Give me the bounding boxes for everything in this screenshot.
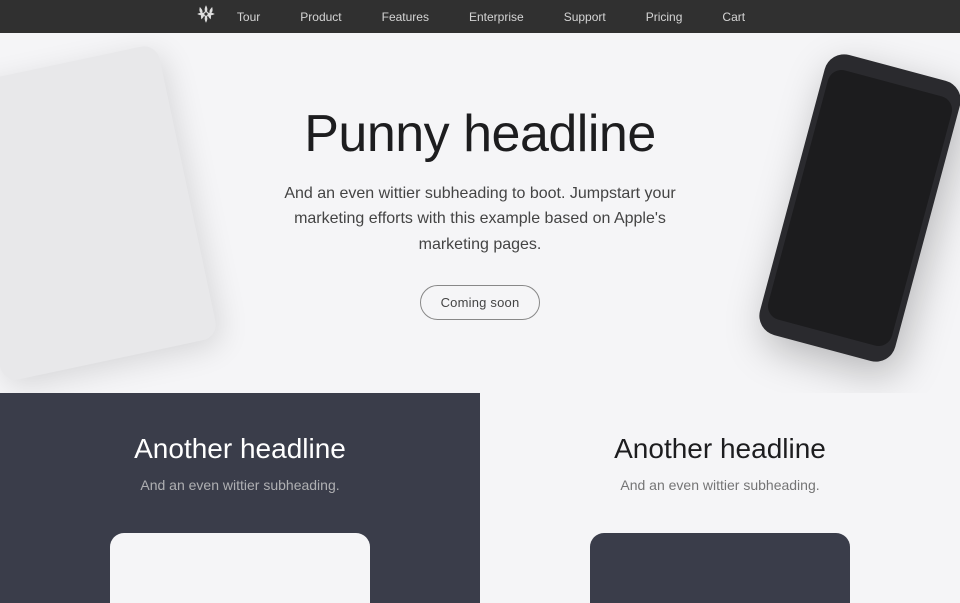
hero-content: Punny headline And an even wittier subhe… <box>250 46 710 381</box>
nav-item-cart[interactable]: Cart <box>704 0 763 33</box>
hero-subtitle: And an even wittier subheading to boot. … <box>270 181 690 258</box>
section-dark: Another headline And an even wittier sub… <box>0 393 480 603</box>
card-mockup-left <box>110 533 370 603</box>
device-left-illustration <box>0 43 219 382</box>
hero-section: Punny headline And an even wittier subhe… <box>0 33 960 393</box>
device-right-illustration <box>755 50 960 366</box>
nav-item-pricing[interactable]: Pricing <box>628 0 701 33</box>
section-right-subheading: And an even wittier subheading. <box>620 477 819 493</box>
nav-item-features[interactable]: Features <box>364 0 447 33</box>
nav-item-product[interactable]: Product <box>282 0 359 33</box>
nav-item-support[interactable]: Support <box>546 0 624 33</box>
bottom-sections: Another headline And an even wittier sub… <box>0 393 960 603</box>
section-left-headline: Another headline <box>134 433 346 465</box>
device-screen <box>765 67 955 349</box>
nav-item-tour[interactable]: Tour <box>219 0 278 33</box>
navbar: Tour Product Features Enterprise Support… <box>0 0 960 33</box>
card-mockup-right <box>590 533 850 603</box>
nav-items: Tour Product Features Enterprise Support… <box>0 0 960 33</box>
section-left-subheading: And an even wittier subheading. <box>140 477 339 493</box>
section-right-headline: Another headline <box>614 433 826 465</box>
hero-title: Punny headline <box>270 106 690 163</box>
logo-icon[interactable] <box>197 5 215 28</box>
cta-button[interactable]: Coming soon <box>420 285 541 320</box>
section-light: Another headline And an even wittier sub… <box>480 393 960 603</box>
nav-item-enterprise[interactable]: Enterprise <box>451 0 542 33</box>
